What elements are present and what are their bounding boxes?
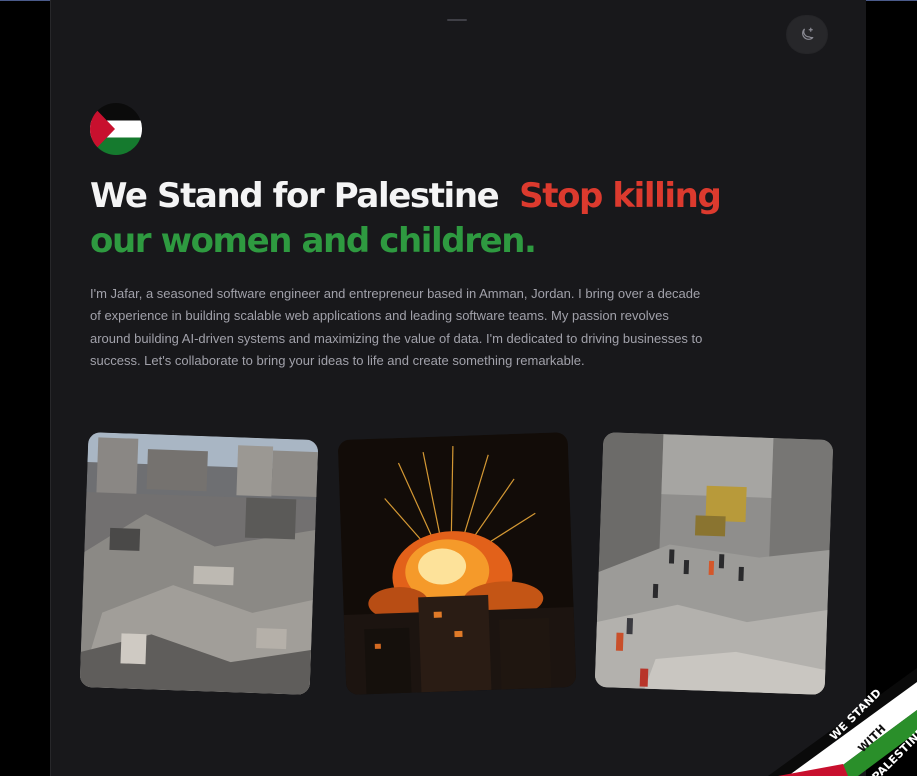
rubble-street-photo [594, 432, 834, 695]
page-title: We Stand for Palestine Stop killing our … [90, 174, 730, 264]
theme-toggle-button[interactable] [787, 16, 827, 53]
intro-paragraph: I'm Jafar, a seasoned software engineer … [90, 286, 703, 369]
page-content: We Stand for Palestine Stop killing our … [51, 0, 866, 776]
destroyed-buildings-photo [79, 432, 319, 695]
header-handle [447, 19, 467, 21]
headline-white: We Stand for Palestine [90, 176, 500, 216]
headline-green: our women and children. [90, 221, 537, 261]
palestine-flag-avatar [90, 103, 142, 155]
headline-red: Stop killing [519, 176, 722, 216]
we-stand-with-palestine-ribbon[interactable]: WE STAND WITH PALESTINE [768, 668, 917, 776]
moon-sparkle-icon [802, 27, 814, 40]
explosion-photo [337, 432, 577, 695]
palestine-flag-icon [90, 103, 142, 155]
